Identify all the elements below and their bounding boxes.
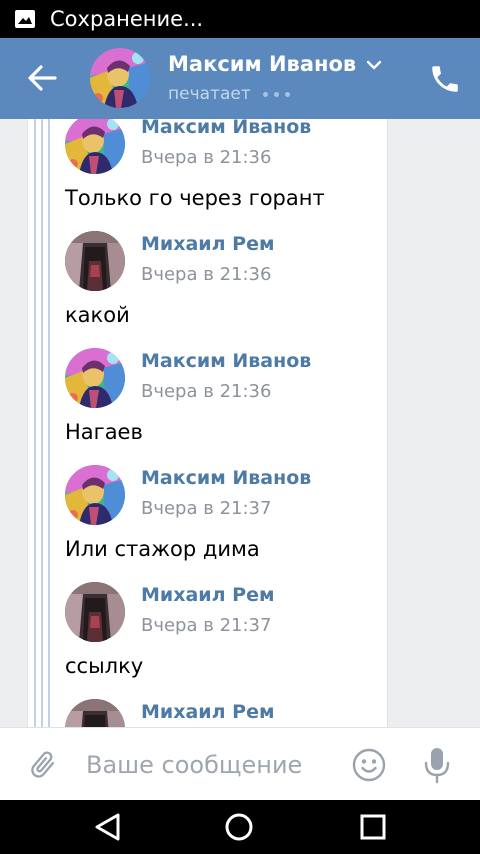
status-bar: Сохранение... [0, 0, 480, 38]
message-time: Вчера в 21:36 [141, 381, 272, 402]
back-button[interactable] [24, 60, 60, 96]
message-author[interactable]: Михаил Рем [141, 233, 274, 255]
message-input[interactable] [86, 742, 336, 788]
message-text: Нагаев [65, 420, 143, 444]
message-composer [0, 727, 480, 800]
message-list[interactable]: Максим Иванов Вчера в 21:36 Только го че… [0, 119, 480, 727]
message-time: Вчера в 21:37 [141, 615, 272, 636]
back-arrow-icon [28, 65, 57, 91]
message-author[interactable]: Михаил Рем [141, 701, 274, 723]
paperclip-icon [31, 751, 55, 778]
call-button[interactable] [428, 62, 462, 96]
contact-name-dropdown[interactable]: Максим Иванов [168, 52, 382, 76]
message-author[interactable]: Максим Иванов [141, 119, 311, 138]
phone-icon [432, 66, 458, 92]
contact-name: Максим Иванов [168, 52, 357, 76]
message-item: Михаил Рем [28, 699, 387, 727]
message-author[interactable]: Максим Иванов [141, 350, 311, 372]
typing-status: печатает [168, 84, 251, 104]
message-author[interactable]: Максим Иванов [141, 467, 311, 489]
emoji-button[interactable] [352, 748, 386, 782]
message-item: Максим Иванов Вчера в 21:37 Или стажор д… [28, 465, 387, 582]
image-icon [15, 10, 35, 28]
message-author[interactable]: Михаил Рем [141, 584, 274, 606]
author-avatar[interactable] [65, 348, 125, 408]
chat-header: Максим Иванов печатает [0, 38, 480, 119]
message-item: Максим Иванов Вчера в 21:36 Нагаев [28, 348, 387, 465]
message-text: какой [65, 303, 130, 327]
nav-back-icon[interactable] [92, 812, 124, 842]
message-time: Вчера в 21:36 [141, 264, 272, 285]
emoji-icon [352, 748, 386, 782]
contact-avatar[interactable] [90, 48, 150, 108]
attach-button[interactable] [26, 746, 60, 784]
message-time: Вчера в 21:36 [141, 147, 272, 168]
typing-dots [262, 91, 290, 97]
chevron-down-icon [367, 60, 382, 70]
avatar-image [90, 48, 150, 108]
author-avatar[interactable] [65, 231, 125, 291]
message-item: Максим Иванов Вчера в 21:36 Только го че… [28, 119, 387, 231]
microphone-icon [424, 748, 450, 784]
nav-home-icon[interactable] [224, 812, 254, 842]
author-avatar[interactable] [65, 119, 125, 174]
author-avatar[interactable] [65, 465, 125, 525]
author-avatar[interactable] [65, 582, 125, 642]
message-text: Только го через горант [65, 186, 325, 210]
message-item: Михаил Рем Вчера в 21:36 какой [28, 231, 387, 348]
typing-indicator: печатает [168, 84, 290, 104]
message-text: ссылку [65, 654, 144, 678]
forwarded-messages-card: Максим Иванов Вчера в 21:36 Только го че… [27, 119, 388, 727]
message-time: Вчера в 21:37 [141, 498, 272, 519]
message-text: Или стажор дима [65, 537, 260, 561]
voice-message-button[interactable] [422, 746, 452, 784]
author-avatar[interactable] [65, 699, 125, 727]
status-text: Сохранение... [50, 7, 204, 31]
system-navigation-bar [0, 800, 480, 854]
message-item: Михаил Рем Вчера в 21:37 ссылку [28, 582, 387, 699]
nav-recents-icon[interactable] [359, 813, 387, 841]
